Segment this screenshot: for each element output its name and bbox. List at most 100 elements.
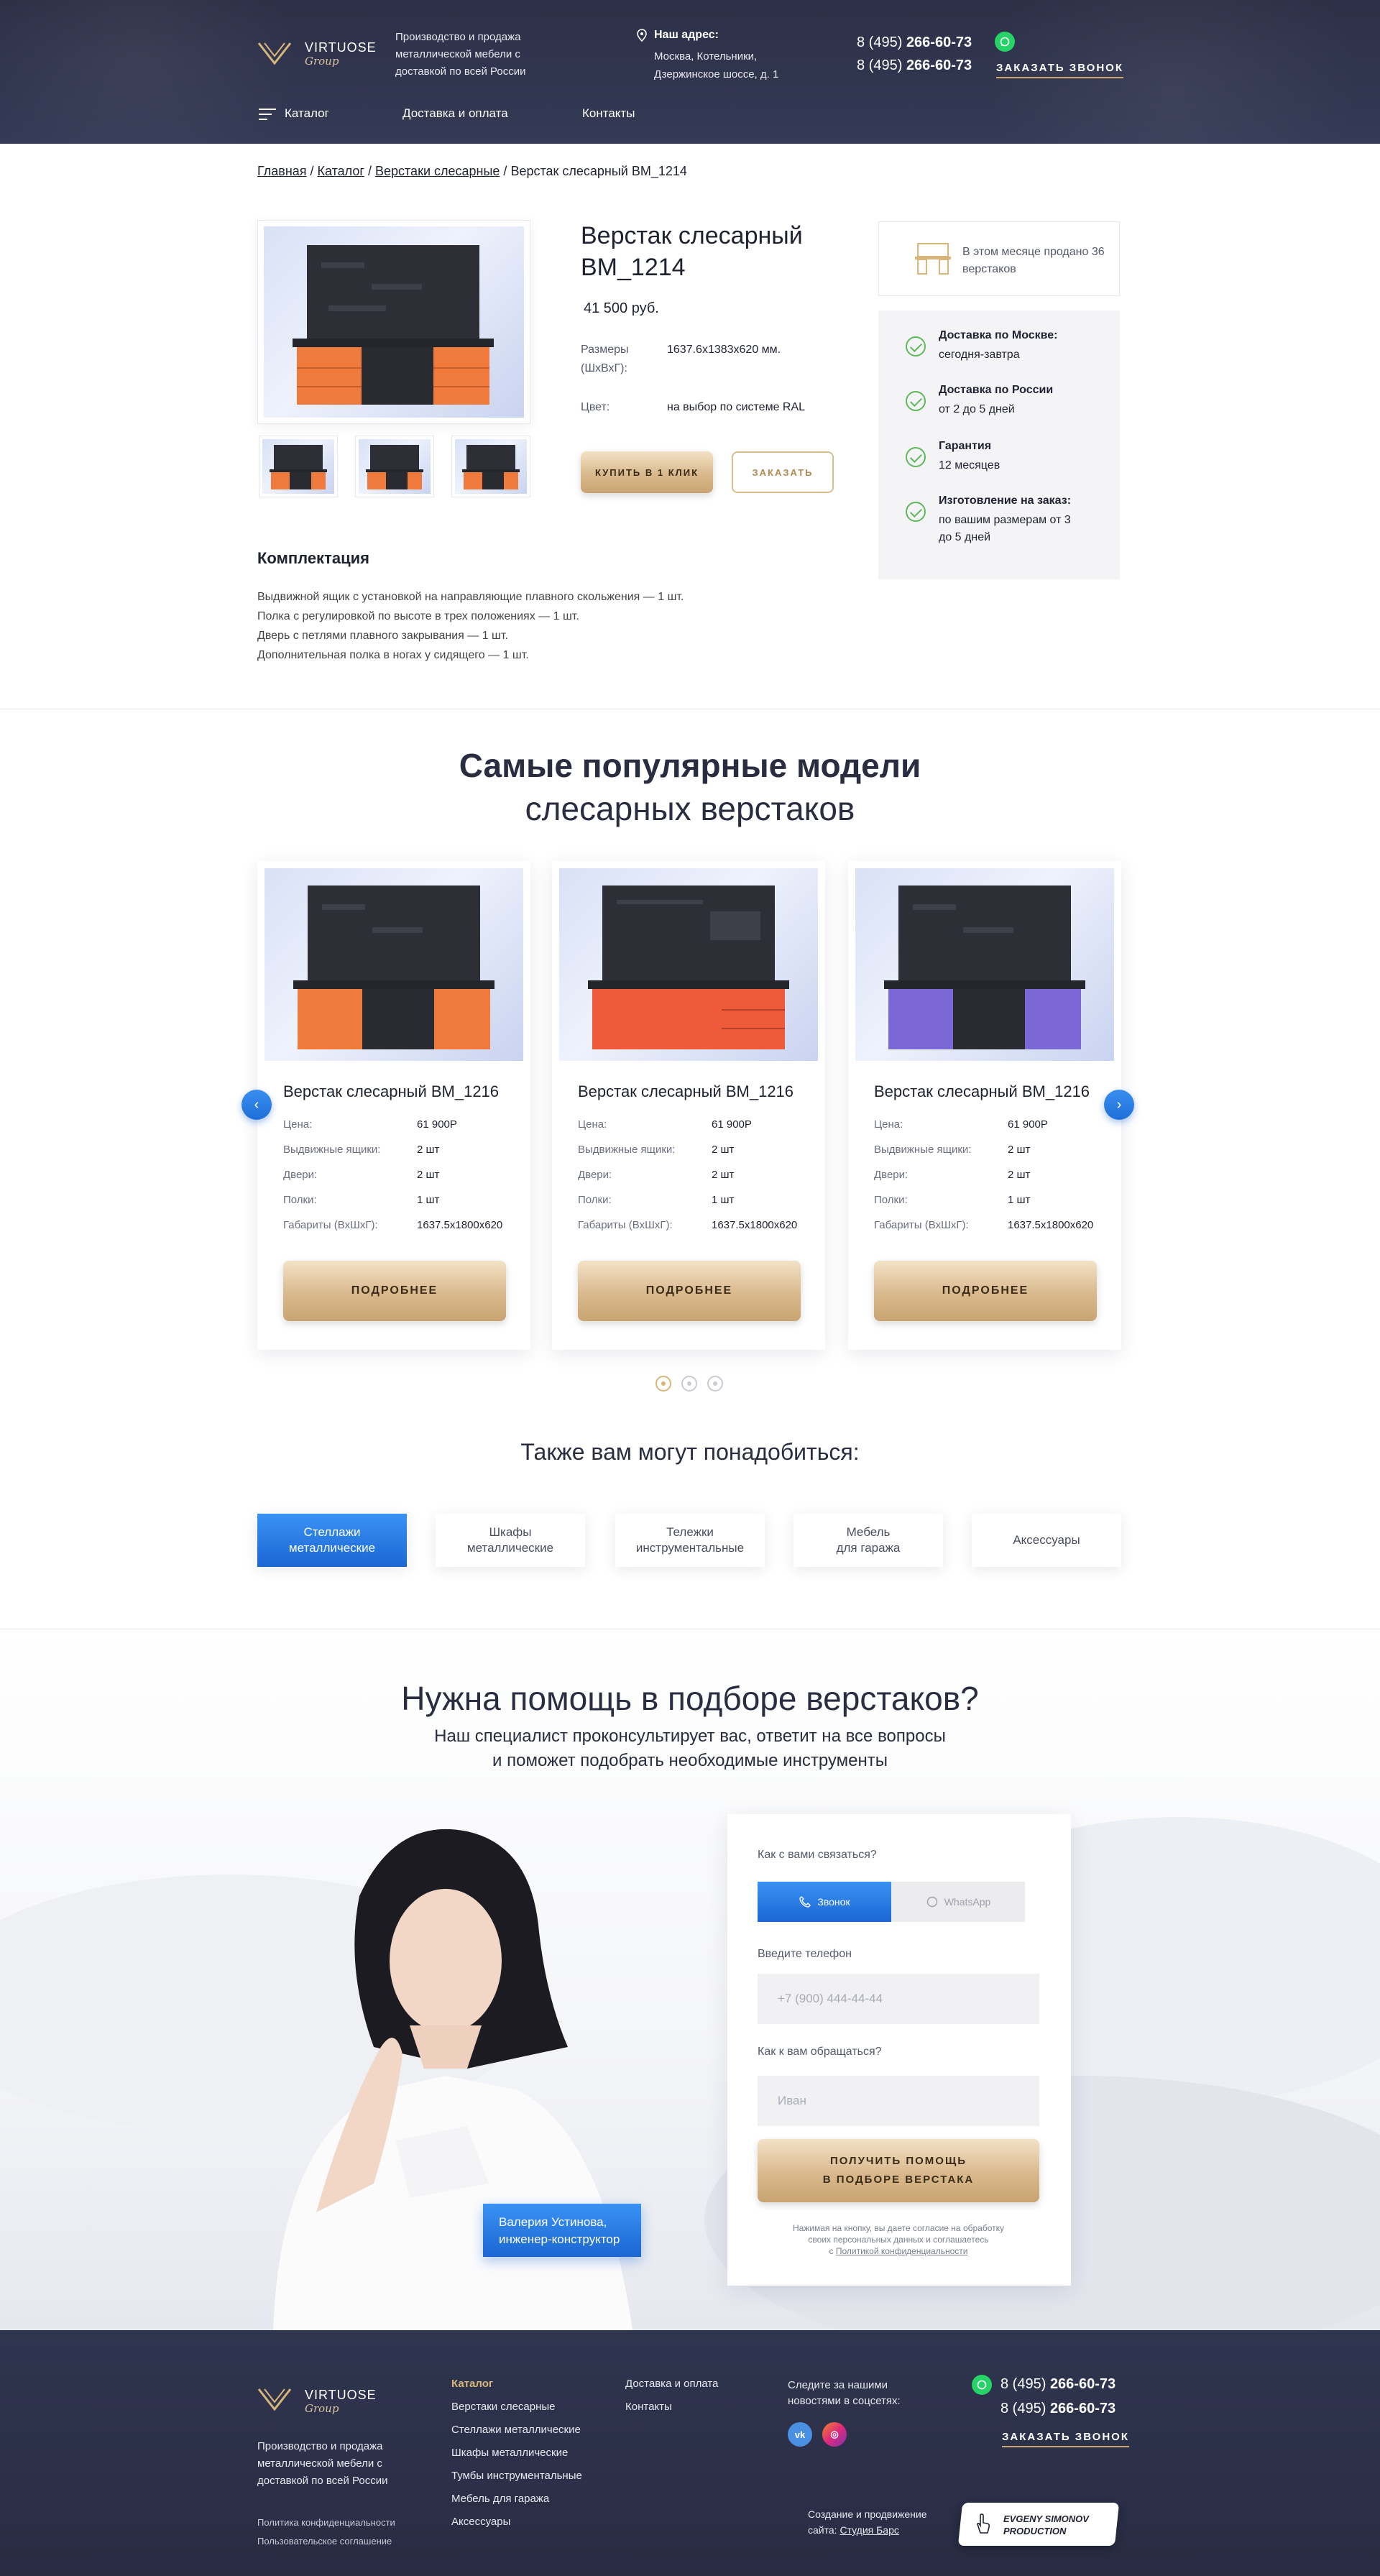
- consent-line-2: своих персональных данных и соглашаетесь: [808, 2235, 989, 2245]
- callback-button[interactable]: ЗАКАЗАТЬ ЗВОНОК: [996, 62, 1123, 78]
- privacy-policy-link[interactable]: Политикой конфиденциальности: [836, 2246, 968, 2256]
- spec-label: Габариты (ВхШхГ):: [283, 1219, 378, 1231]
- spec-value: 1637.5х1800х620: [417, 1219, 503, 1231]
- tab-call[interactable]: Звонок: [758, 1882, 891, 1922]
- footer-catalog-item[interactable]: Стеллажи металлические: [451, 2424, 581, 2436]
- spec-label: Цена:: [578, 1118, 607, 1131]
- carousel-dot[interactable]: [681, 1376, 697, 1392]
- footer-catalog-item[interactable]: Мебель для гаража: [451, 2493, 549, 2505]
- category-accessories[interactable]: Аксессуары: [972, 1514, 1121, 1567]
- benefit-value: по вашим размерам от 3 до 5 дней: [939, 514, 1071, 543]
- logo-icon[interactable]: [257, 40, 292, 65]
- instagram-icon[interactable]: ◎: [822, 2422, 847, 2447]
- spec-label: Полки:: [578, 1194, 612, 1206]
- check-icon: [906, 391, 926, 411]
- category-cabinets[interactable]: Шкафы металлические: [436, 1514, 585, 1567]
- check-icon: [906, 447, 926, 467]
- spec-label: Двери:: [578, 1169, 612, 1181]
- carousel-dot-active[interactable]: [656, 1376, 671, 1392]
- footer-catalog-item[interactable]: Аксессуары: [451, 2516, 510, 2528]
- product-thumb[interactable]: [451, 436, 530, 497]
- breadcrumb: Главная / Каталог / Верстаки слесарные /…: [257, 164, 687, 178]
- footer-callback-button[interactable]: ЗАКАЗАТЬ ЗВОНОК: [1002, 2431, 1129, 2447]
- category-garage[interactable]: Мебель для гаража: [794, 1514, 943, 1567]
- whatsapp-icon[interactable]: [972, 2375, 992, 2395]
- footer-contacts-link[interactable]: Контакты: [625, 2401, 672, 2413]
- logo-sub: Group: [305, 55, 339, 68]
- product-thumb[interactable]: [259, 436, 338, 497]
- order-button[interactable]: ЗАКАЗАТЬ: [732, 451, 834, 493]
- developer-line-2: PRODUCTION: [1003, 2526, 1067, 2536]
- breadcrumb-category[interactable]: Верстаки слесарные: [375, 164, 500, 178]
- privacy-link[interactable]: Политика конфиденциальности: [257, 2517, 395, 2528]
- tab-whatsapp[interactable]: WhatsApp: [891, 1882, 1025, 1922]
- nav-catalog[interactable]: Каталог: [285, 106, 329, 121]
- more-button[interactable]: ПОДРОБНЕЕ: [283, 1261, 506, 1321]
- carousel-prev-button[interactable]: ‹: [242, 1090, 272, 1120]
- benefit-value: 12 месяцев: [939, 459, 1000, 472]
- footer-catalog-item[interactable]: Верстаки слесарные: [451, 2401, 556, 2413]
- contact-method-label: Как с вами связаться?: [758, 1849, 877, 1861]
- category-shelves[interactable]: Стеллажи металлические: [257, 1514, 407, 1567]
- popular-title: Самые популярные модели: [459, 747, 921, 784]
- product-main-image[interactable]: [257, 220, 530, 424]
- name-input[interactable]: [758, 2076, 1039, 2126]
- footer-phone-1[interactable]: 8 (495) 266-60-73: [1000, 2376, 1116, 2393]
- created-site-line: сайта: Студия Барс: [808, 2524, 899, 2536]
- tab-call-label: Звонок: [817, 1896, 850, 1908]
- spec-value: 2 шт: [1008, 1169, 1031, 1181]
- benefit-title: Доставка по России: [939, 384, 1054, 396]
- benefit-value: от 2 до 5 дней: [939, 403, 1015, 415]
- workbench-icon: [915, 243, 951, 275]
- spec-value: 1 шт: [712, 1194, 735, 1206]
- color-label: Цвет:: [581, 401, 610, 413]
- product-card: Верстак слесарный ВМ_1216 Цена: 61 900Р В…: [552, 861, 825, 1350]
- vk-icon[interactable]: vk: [788, 2422, 812, 2447]
- logo-icon[interactable]: [257, 2386, 292, 2411]
- category-carts[interactable]: Тележки инструментальные: [615, 1514, 765, 1567]
- more-button[interactable]: ПОДРОБНЕЕ: [578, 1261, 801, 1321]
- spec-label: Выдвижные ящики:: [874, 1144, 972, 1156]
- size-value: 1637.6х1383х620 мм.: [667, 344, 781, 356]
- footer-catalog-item[interactable]: Шкафы металлические: [451, 2447, 568, 2459]
- submit-help-button[interactable]: ПОЛУЧИТЬ ПОМОЩЬ В ПОДБОРЕ ВЕРСТАКА: [758, 2139, 1039, 2202]
- consent-line-1: Нажимая на кнопку, вы даете согласие на …: [792, 2223, 1005, 2233]
- spec-value: 1637.5х1800х620: [1008, 1219, 1094, 1231]
- studio-link[interactable]: Студия Барс: [840, 2524, 898, 2536]
- benefits-panel: Доставка по Москве: сегодня-завтра Доста…: [878, 310, 1120, 579]
- agreement-link[interactable]: Пользовательское соглашение: [257, 2536, 392, 2547]
- spec-value: 2 шт: [712, 1144, 735, 1156]
- more-button[interactable]: ПОДРОБНЕЕ: [874, 1261, 1097, 1321]
- created-text: Создание и продвижение: [808, 2508, 927, 2520]
- breadcrumb-home[interactable]: Главная: [257, 164, 307, 178]
- breadcrumb-catalog[interactable]: Каталог: [318, 164, 364, 178]
- footer-delivery-link[interactable]: Доставка и оплата: [625, 2378, 718, 2390]
- nav-delivery[interactable]: Доставка и оплата: [402, 106, 508, 121]
- cursor-hand-icon: [977, 2513, 990, 2534]
- buy-one-click-button[interactable]: КУПИТЬ В 1 КЛИК: [581, 451, 713, 493]
- carousel-next-button[interactable]: ›: [1104, 1090, 1134, 1120]
- help-form: Как с вами связаться? Звонок WhatsApp Вв…: [727, 1814, 1071, 2286]
- header-phone-1[interactable]: 8 (495) 266-60-73: [857, 34, 972, 51]
- address-line2: Дзержинское шоссе, д. 1: [654, 68, 779, 80]
- footer-catalog-item[interactable]: Тумбы инструментальные: [451, 2470, 582, 2482]
- whatsapp-icon: [926, 1896, 937, 1908]
- whatsapp-icon[interactable]: [995, 32, 1015, 52]
- footer-phone-2[interactable]: 8 (495) 266-60-73: [1000, 2401, 1116, 2417]
- carousel-dot[interactable]: [707, 1376, 723, 1392]
- spec-value: 61 900Р: [417, 1118, 457, 1131]
- footer-catalog-title[interactable]: Каталог: [451, 2378, 493, 2390]
- color-value: на выбор по системе RAL: [667, 401, 806, 413]
- phone-icon: [799, 1896, 811, 1908]
- social-text: Следите за нашими новостями в соцсетях:: [788, 2379, 901, 2407]
- phone-input[interactable]: [758, 1974, 1039, 2024]
- card-title: Верстак слесарный ВМ_1216: [874, 1082, 1090, 1100]
- spec-value: 1 шт: [1008, 1194, 1031, 1206]
- header-phone-2[interactable]: 8 (495) 266-60-73: [857, 58, 972, 74]
- specialist-badge: Валерия Устинова, инженер-конструктор: [483, 2204, 641, 2257]
- menu-icon[interactable]: [259, 108, 276, 121]
- product-thumb[interactable]: [355, 436, 434, 497]
- chevron-left-icon: ‹: [254, 1096, 259, 1113]
- nav-contacts[interactable]: Контакты: [582, 106, 635, 121]
- developer-name: EVGENY SIMONOV PRODUCTION: [1003, 2513, 1089, 2537]
